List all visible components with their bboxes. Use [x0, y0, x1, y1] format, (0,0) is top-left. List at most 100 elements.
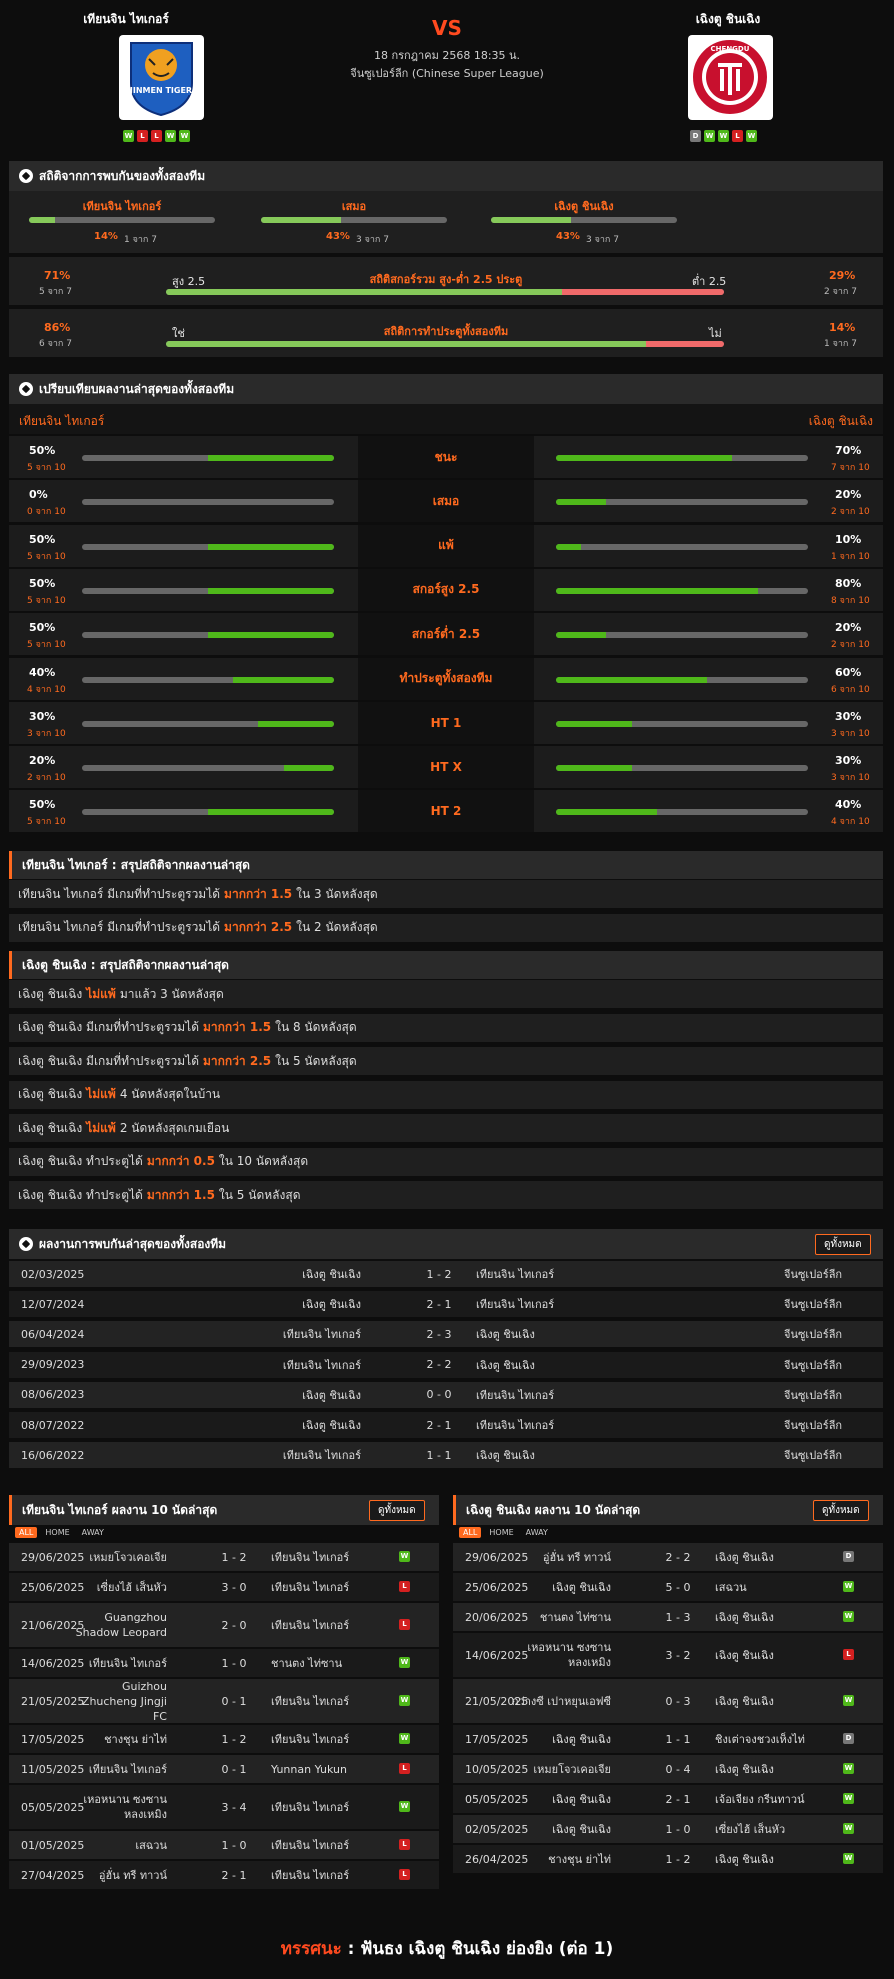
last10-row[interactable]: 29/06/2025 อู่ฮั่น ทรี ทาวน์ 2 - 2 เฉิงตู ช…	[453, 1543, 883, 1571]
h2h-home: เฉิงตู ชินเฉิง	[302, 1388, 361, 1402]
h2h-outcome-box: เทียนจิน ไทเกอร์ 14% 1 จาก 7 เสมอ 43% 3 จาก 7…	[9, 191, 883, 253]
summary-suffix: 2 นัดหลังสุดเกมเยือน	[119, 1120, 230, 1135]
last10-row[interactable]: 29/06/2025 เหมยโจวเคอเจีย 1 - 2 เทียนจิน ไท…	[9, 1543, 439, 1571]
h2h-item-count: 3 จาก 7	[586, 235, 619, 245]
h2h-row[interactable]: 06/04/2024 เทียนจิน ไทเกอร์ 2 - 3 เฉิงตู ชิ…	[9, 1321, 883, 1348]
h2h-league: จีนซูเปอร์ลีก	[784, 1449, 843, 1463]
match-home: ชางชุน ย่าไท่	[104, 1732, 167, 1746]
compare-label: HT 1	[358, 701, 534, 744]
away-bar	[556, 543, 808, 550]
tab-away[interactable]: AWAY	[78, 1527, 108, 1538]
match-score: 1 - 2	[221, 1550, 247, 1564]
last10-row[interactable]: 10/05/2025 เหมยโจวเคอเจีย 0 - 4 เฉิงตู ชินเ…	[453, 1755, 883, 1783]
tab-all[interactable]: ALL	[459, 1527, 482, 1538]
result-badge: W	[399, 1551, 410, 1562]
summary-highlight: มากกว่า 1.5	[224, 886, 293, 901]
last10-row[interactable]: 05/05/2025 เหอหนาน ซงซาน หลงเหมิง 3 - 4 เที…	[9, 1785, 439, 1829]
match-league[interactable]: จีนซูเปอร์ลีก (Chinese Super League)	[0, 64, 894, 82]
tab-home[interactable]: HOME	[41, 1527, 73, 1538]
last10-row[interactable]: 21/05/2025 กว่างซี เปาหยุนเอฟซี 0 - 3 เฉิงต…	[453, 1679, 883, 1723]
h2h-league: จีนซูเปอร์ลีก	[784, 1298, 843, 1312]
last10-view-all-button[interactable]: ดูทั้งหมด	[369, 1500, 425, 1521]
match-score: 0 - 4	[665, 1762, 691, 1776]
last10-row[interactable]: 25/06/2025 เซี่ยงไฮ้ เส็นหัว 3 - 0 เทียนจิน…	[9, 1573, 439, 1601]
last10-view-all-button[interactable]: ดูทั้งหมด	[813, 1500, 869, 1521]
last10-row[interactable]: 17/05/2025 เฉิงตู ชินเฉิง 1 - 1 ชิงเต่าจงชว…	[453, 1725, 883, 1753]
home-pct: 50%	[29, 444, 56, 457]
match-score: 1 - 2	[665, 1852, 691, 1866]
result-badge: L	[399, 1619, 410, 1630]
home-pct: 30%	[29, 709, 56, 723]
compare-label: HT 2	[358, 790, 534, 833]
compare-home-team[interactable]: เทียนจิน ไทเกอร์	[19, 412, 104, 431]
last10-row[interactable]: 14/06/2025 เหอหนาน ซงซาน หลงเหมิง 3 - 2 เฉิ…	[453, 1633, 883, 1677]
form-badge: W	[704, 130, 715, 142]
tab-all[interactable]: ALL	[15, 1527, 38, 1538]
home-count: 0 จาก 10	[27, 507, 66, 518]
away-count: 1 จาก 10	[831, 551, 870, 562]
h2h-score: 0 - 0	[426, 1388, 452, 1402]
summary-text: เทียนจิน ไทเกอร์ มีเกมที่ทำประตูรวมได้	[18, 920, 221, 934]
last10-row[interactable]: 27/04/2025 อู่ฮั่น ทรี ทาวน์ 2 - 1 เทียนจิน…	[9, 1861, 439, 1889]
form-badge: W	[718, 130, 729, 142]
h2h-row[interactable]: 29/09/2023 เทียนจิน ไทเกอร์ 2 - 2 เฉิงตู ชิ…	[9, 1351, 883, 1378]
summary-row: เทียนจิน ไทเกอร์ มีเกมที่ทำประตูรวมได้ มา…	[9, 913, 883, 942]
match-away: เทียนจิน ไทเกอร์	[271, 1694, 350, 1708]
away-bar	[556, 455, 808, 461]
match-score: 2 - 1	[665, 1792, 691, 1806]
last10-row[interactable]: 11/05/2025 เทียนจิน ไทเกอร์ 0 - 1 Yunnan Yu…	[9, 1755, 439, 1783]
h2h-row[interactable]: 02/03/2025 เฉิงตู ชินเฉิง 1 - 2 เทียนจิน ไท…	[9, 1261, 883, 1287]
match-away: เฉิงตู ชินเฉิง	[715, 1694, 774, 1708]
match-score: 1 - 3	[665, 1610, 691, 1624]
summary-suffix: ใน 3 นัดหลังสุด	[296, 886, 378, 901]
last10-row[interactable]: 25/06/2025 เฉิงตู ชินเฉิง 5 - 0 เสฉวน W	[453, 1573, 883, 1601]
result-badge: W	[399, 1733, 410, 1744]
summary-row: เทียนจิน ไทเกอร์ มีเกมที่ทำประตูรวมได้ มา…	[9, 880, 883, 908]
btts-right-pct: 14%	[829, 321, 856, 334]
tab-away[interactable]: AWAY	[522, 1527, 552, 1538]
h2h-view-all-button[interactable]: ดูทั้งหมด	[815, 1234, 871, 1255]
last10-row[interactable]: 21/05/2025 Guizhou Zhucheng Jingji FC 0 - …	[9, 1679, 439, 1723]
away-bar-fill	[556, 720, 632, 727]
compare-row: 40% 4 จาก 10 ทำประตูทั้งสองทีม 60% 6 จาก 10	[9, 657, 883, 700]
match-away: เจ้อเจียง กรีนทาวน์	[715, 1792, 805, 1806]
match-score: 3 - 2	[665, 1648, 691, 1662]
h2h-row[interactable]: 08/06/2023 เฉิงตู ชินเฉิง 0 - 0 เทียนจิน ไท…	[9, 1381, 883, 1408]
last10-row[interactable]: 17/05/2025 ชางชุน ย่าไท่ 1 - 2 เทียนจิน ไทเ…	[9, 1725, 439, 1753]
last10-row[interactable]: 26/04/2025 ชางชุน ย่าไท่ 1 - 2 เฉิงตู ชินเฉ…	[453, 1845, 883, 1873]
h2h-away: เทียนจิน ไทเกอร์	[476, 1419, 555, 1432]
h2h-row[interactable]: 12/07/2024 เฉิงตู ชินเฉิง 2 - 1 เทียนจิน ไท…	[9, 1291, 883, 1318]
match-away: เฉิงตู ชินเฉิง	[715, 1648, 774, 1662]
away-pct: 20%	[835, 488, 862, 502]
last10-row[interactable]: 05/05/2025 เฉิงตู ชินเฉิง 2 - 1 เจ้อเจียง ก…	[453, 1785, 883, 1813]
result-badge: L	[399, 1869, 410, 1880]
form-badge: W	[746, 130, 757, 142]
last10-row[interactable]: 02/05/2025 เฉิงตู ชินเฉิง 1 - 0 เซี่ยงไฮ้ เ…	[453, 1815, 883, 1843]
tab-home[interactable]: HOME	[485, 1527, 517, 1538]
result-badge: W	[399, 1695, 410, 1706]
h2h-row[interactable]: 08/07/2022 เฉิงตู ชินเฉิง 2 - 1 เทียนจิน ไท…	[9, 1412, 883, 1438]
last10-row[interactable]: 20/06/2025 ชานตง ไท่ซาน 1 - 3 เฉิงตู ชินเฉิ…	[453, 1603, 883, 1631]
last10-row[interactable]: 21/06/2025 Guangzhou Shadow Leopard 2 - 0เ…	[9, 1603, 439, 1647]
last10-row[interactable]: 01/05/2025 เสฉวน 1 - 0 เทียนจิน ไทเกอร์ L	[9, 1831, 439, 1859]
home-summary-title: เทียนจิน ไทเกอร์ : สรุปสถิติจากผลงานล่าส…	[9, 851, 883, 879]
summary-suffix: ใน 5 นัดหลังสุด	[275, 1053, 357, 1068]
home-pct: 20%	[29, 754, 56, 768]
home-pct: 50%	[29, 532, 56, 546]
away-summary-title: เฉิงตู ชินเฉิง : สรุปสถิติจากผลงานล่าสุด	[9, 951, 883, 979]
h2h-item-count: 3 จาก 7	[356, 235, 389, 245]
compare-away-team[interactable]: เฉิงตู ชินเฉิง	[809, 412, 873, 431]
summary-suffix: ใน 5 นัดหลังสุด	[218, 1187, 301, 1202]
away-bar-fill	[556, 765, 632, 772]
result-badge: W	[843, 1793, 854, 1804]
prediction-separator: :	[341, 1939, 361, 1959]
section-title: เปรียบเทียบผลงานล่าสุดของทั้งสองทีม	[39, 381, 235, 396]
compare-label: ชนะ	[358, 436, 534, 478]
h2h-results-header: ผลงานการพบกันล่าสุดของทั้งสองทีม	[9, 1229, 883, 1259]
last10-row[interactable]: 14/06/2025 เทียนจิน ไทเกอร์ 1 - 0 ชานตง ไท่…	[9, 1649, 439, 1677]
form-badge: L	[151, 130, 162, 142]
h2h-row[interactable]: 16/06/2022 เทียนจิน ไทเกอร์ 1 - 1 เฉิงตู ชิ…	[9, 1442, 883, 1469]
h2h-home: เฉิงตู ชินเฉิง	[302, 1268, 361, 1281]
home-form: WLLWW	[123, 130, 190, 142]
h2h-league: จีนซูเปอร์ลีก	[784, 1268, 843, 1281]
